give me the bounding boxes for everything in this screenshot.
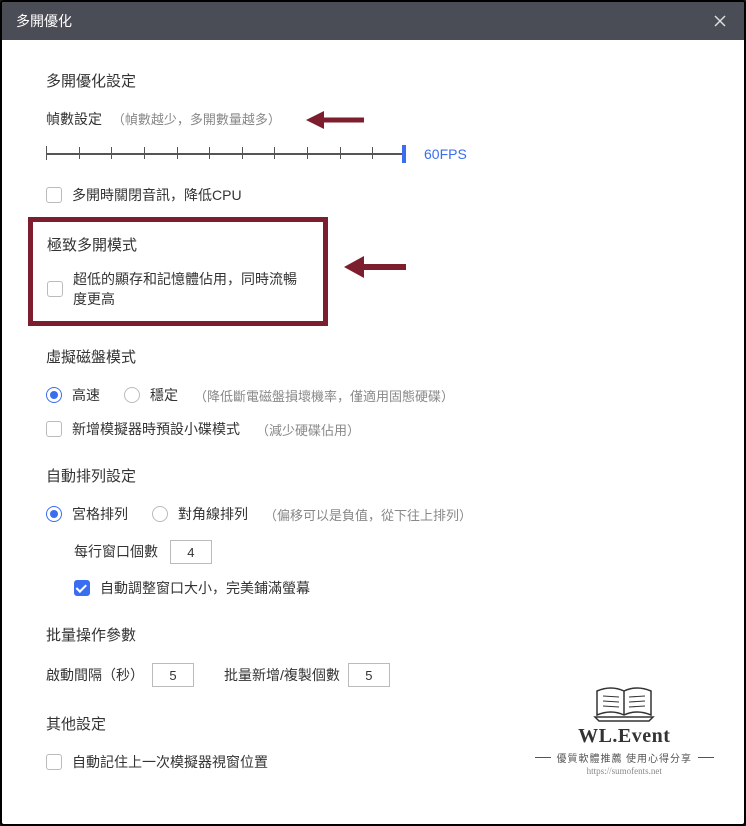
copy-count-label: 批量新增/複製個數	[224, 665, 340, 685]
watermark: WL.Event 優質軟體推薦 使用心得分享 https://sumofents…	[535, 683, 715, 776]
close-icon	[714, 15, 726, 27]
fps-slider[interactable]	[46, 143, 406, 165]
mute-audio-label: 多開時關閉音訊，降低CPU	[72, 185, 242, 205]
section-extreme-title: 極致多開模式	[47, 234, 309, 255]
book-icon	[593, 683, 655, 721]
section-vdisk-title: 虛擬磁盤模式	[46, 346, 700, 367]
fps-value-label: 60FPS	[424, 146, 467, 162]
settings-window: 多開優化 多開優化設定 幀數設定 （幀數越少，多開數量越多）	[0, 0, 746, 826]
vdisk-stable-label: 穩定	[150, 385, 178, 405]
arrange-grid-radio[interactable]	[46, 506, 62, 522]
window-title: 多開優化	[16, 11, 72, 31]
annotation-arrow-1	[306, 107, 366, 133]
vdisk-fast-radio[interactable]	[46, 387, 62, 403]
close-button[interactable]	[710, 11, 730, 31]
low-mem-label: 超低的顯存和記憶體佔用，同時流暢度更高	[73, 269, 309, 309]
fps-label: 幀數設定	[46, 111, 102, 127]
vdisk-stable-radio[interactable]	[124, 387, 140, 403]
content-area: 多開優化設定 幀數設定 （幀數越少，多開數量越多） 60FPS	[2, 40, 744, 804]
watermark-url: https://sumofents.net	[535, 766, 715, 776]
annotation-arrow-2	[344, 253, 408, 281]
fps-slider-handle[interactable]	[402, 145, 406, 163]
remember-pos-label: 自動記住上一次模擬器視窗位置	[72, 752, 268, 772]
arrange-grid-label: 宮格排列	[72, 504, 128, 524]
interval-input[interactable]: 5	[152, 663, 194, 687]
mute-audio-checkbox[interactable]	[46, 187, 62, 203]
per-row-input[interactable]: 4	[170, 540, 212, 564]
fps-setting-row: 幀數設定 （幀數越少，多開數量越多）	[46, 109, 700, 129]
extreme-mode-box: 極致多開模式 超低的顯存和記憶體佔用，同時流暢度更高	[28, 217, 328, 326]
fps-hint: （幀數越少，多開數量越多）	[112, 112, 281, 127]
low-mem-checkbox[interactable]	[47, 281, 63, 297]
section-arrange-title: 自動排列設定	[46, 465, 700, 486]
small-disk-checkbox[interactable]	[46, 421, 62, 437]
per-row-label: 每行窗口個數	[74, 544, 158, 560]
auto-resize-label: 自動調整窗口大小，完美鋪滿螢幕	[100, 578, 310, 598]
small-disk-label: 新增模擬器時預設小碟模式	[72, 419, 240, 439]
titlebar: 多開優化	[2, 2, 744, 40]
watermark-brand: WL.Event	[535, 725, 715, 748]
auto-resize-checkbox[interactable]	[74, 580, 90, 596]
arrange-diag-hint: （偏移可以是負值，從下往上排列）	[264, 505, 472, 524]
remember-pos-checkbox[interactable]	[46, 754, 62, 770]
fps-slider-row: 60FPS	[46, 143, 700, 165]
section-batch-title: 批量操作參數	[46, 624, 700, 645]
arrange-diag-label: 對角線排列	[178, 504, 248, 524]
vdisk-fast-label: 高速	[72, 385, 100, 405]
interval-label: 啟動間隔（秒）	[46, 665, 144, 685]
small-disk-hint: （減少硬碟佔用）	[256, 420, 360, 439]
arrange-diag-radio[interactable]	[152, 506, 168, 522]
section-multi-optimize-title: 多開優化設定	[46, 70, 700, 91]
vdisk-stable-hint: （降低斷電磁盤損壞機率，僅適用固態硬碟）	[194, 386, 454, 405]
watermark-sub: 優質軟體推薦 使用心得分享	[535, 750, 715, 765]
copy-count-input[interactable]: 5	[348, 663, 390, 687]
